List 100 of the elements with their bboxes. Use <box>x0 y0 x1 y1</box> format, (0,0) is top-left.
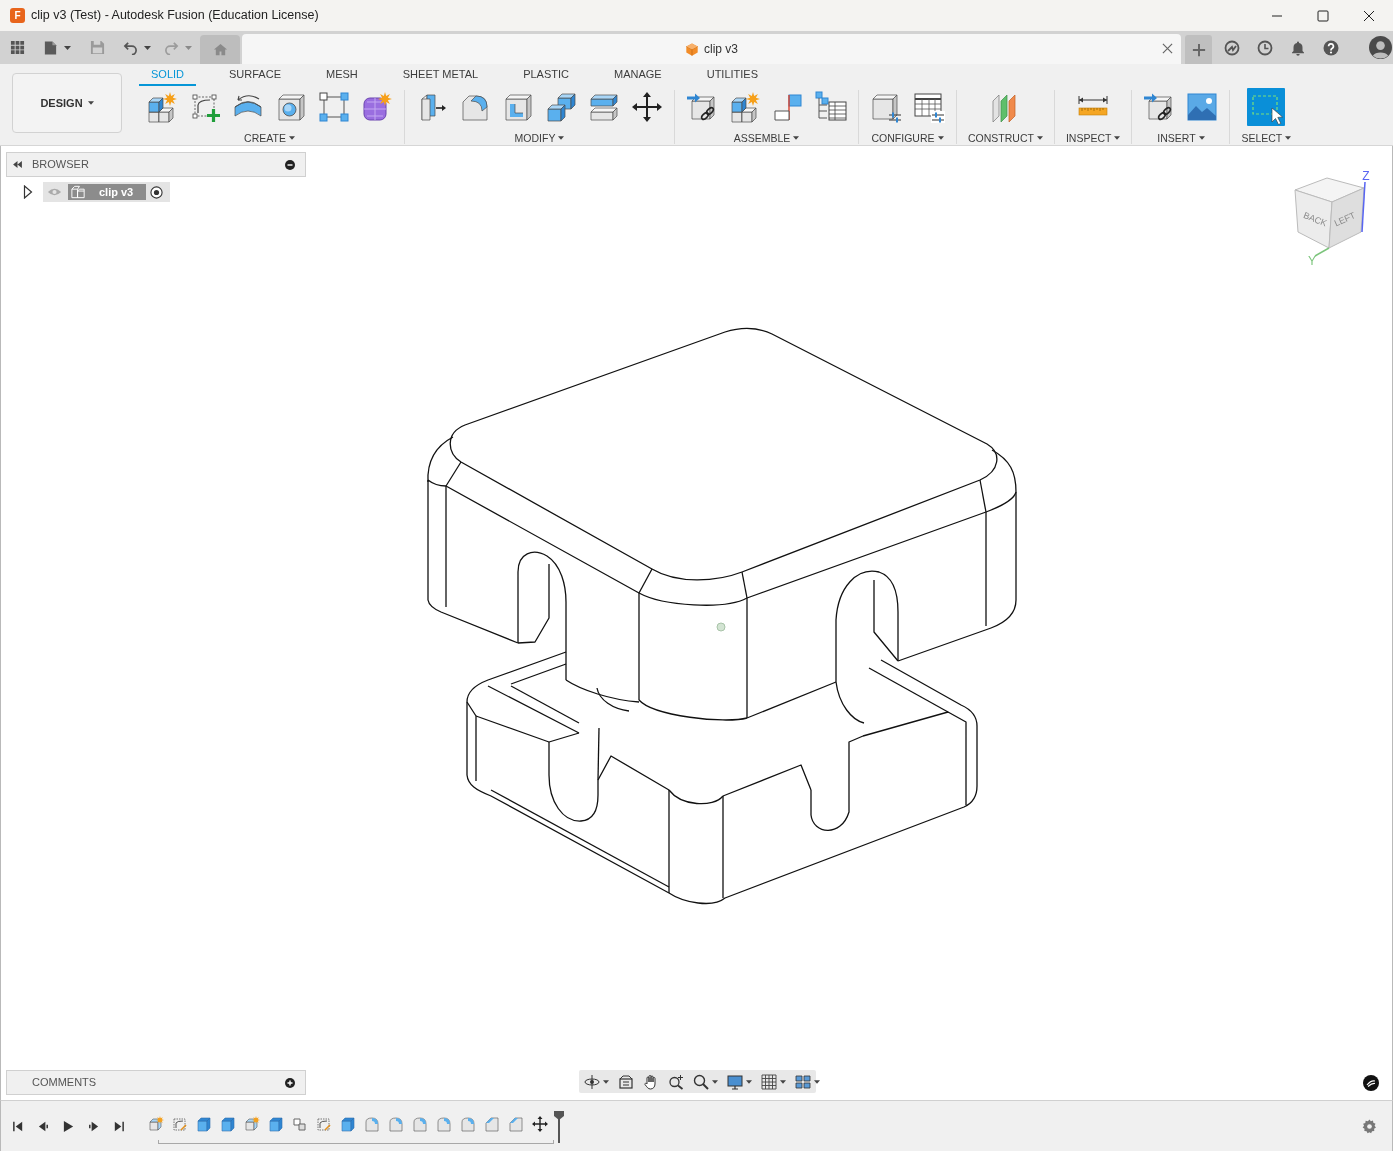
document-tab[interactable]: clip v3 <box>242 34 1181 64</box>
move-feature-icon[interactable] <box>532 1116 548 1132</box>
document-title: clip v3 <box>704 41 738 58</box>
browser-item-label: clip v3 <box>99 184 134 200</box>
extrude-feature-icon[interactable] <box>220 1116 236 1132</box>
zoom-icon[interactable] <box>693 1073 709 1090</box>
view-cube-face-label: BACK <box>1301 210 1329 229</box>
view-cube-face-label: LEFT <box>1332 210 1357 229</box>
flag-joint-icon[interactable] <box>772 91 804 123</box>
toolbar-tab[interactable]: PLASTIC <box>511 64 581 86</box>
extrude-feature-icon[interactable] <box>196 1116 212 1132</box>
grid-icon[interactable] <box>761 1073 777 1090</box>
move-arrows-icon[interactable] <box>631 91 663 123</box>
split-slab-icon[interactable] <box>588 91 620 123</box>
skip-end-icon[interactable] <box>112 1119 125 1133</box>
caret-icon[interactable] <box>937 136 944 140</box>
caret-icon[interactable] <box>144 45 151 50</box>
radio-icon[interactable] <box>150 185 163 199</box>
sketch-plus-icon[interactable] <box>189 91 221 123</box>
shell-box-icon[interactable] <box>502 91 534 123</box>
group-menu-button[interactable]: CREATE <box>244 132 295 144</box>
sketch-feature-icon[interactable] <box>172 1116 188 1132</box>
squares-frame-icon[interactable] <box>318 91 350 123</box>
extrude-feature-icon[interactable] <box>340 1116 356 1132</box>
close-icon[interactable] <box>1363 9 1375 22</box>
cube-icon <box>685 41 699 57</box>
caret-icon[interactable] <box>780 1079 786 1084</box>
group-menu-button[interactable]: ASSEMBLE <box>733 132 800 144</box>
maximize-icon[interactable] <box>1317 9 1329 22</box>
caret-icon[interactable] <box>1285 136 1292 140</box>
components-feature-icon[interactable] <box>292 1116 308 1132</box>
component-icon <box>70 185 87 199</box>
play-icon[interactable] <box>62 1119 75 1133</box>
component-feature-icon[interactable] <box>244 1116 260 1132</box>
group-menu-button[interactable]: MODIFY <box>514 132 565 144</box>
apps-grid-icon[interactable] <box>10 40 25 55</box>
skip-start-icon[interactable] <box>12 1119 25 1133</box>
caret-icon[interactable] <box>793 136 800 140</box>
group-menu-button[interactable]: CONFIGURE <box>871 132 944 144</box>
axis-label: Z <box>1362 169 1370 183</box>
caret-icon[interactable] <box>1198 136 1205 140</box>
sphere-sparkle-icon[interactable] <box>361 91 393 123</box>
timeline-marker-icon[interactable] <box>553 1111 565 1143</box>
window-title: clip v3 (Test) - Autodesk Fusion (Education License) <box>31 7 319 25</box>
app-logo: F <box>10 8 25 23</box>
cubes-sparkle-icon[interactable] <box>146 91 178 123</box>
group-menu-button[interactable]: INSPECT <box>1065 132 1121 144</box>
cubes-sparkle-icon[interactable] <box>729 91 761 123</box>
caret-icon[interactable] <box>64 45 71 50</box>
caret-icon[interactable] <box>558 136 565 140</box>
pan-hand-icon[interactable] <box>643 1073 659 1090</box>
group-menu-button[interactable]: CONSTRUCT <box>968 132 1043 144</box>
caret-icon[interactable] <box>712 1079 718 1084</box>
group-menu-button[interactable]: SELECT <box>1241 132 1292 144</box>
file-icon[interactable] <box>43 39 58 56</box>
settings-icon[interactable] <box>1362 1118 1377 1134</box>
component-feature-icon[interactable] <box>148 1116 164 1132</box>
minus-circle-icon[interactable] <box>285 159 295 170</box>
clock-icon[interactable] <box>1257 39 1273 56</box>
stacked-cubes-icon[interactable] <box>545 91 577 123</box>
toolbar-tab[interactable]: UTILITIES <box>694 64 771 86</box>
caret-icon[interactable] <box>746 1079 752 1084</box>
extrude-feature-icon[interactable] <box>268 1116 284 1132</box>
box-hole-icon[interactable] <box>275 91 307 123</box>
caret-icon[interactable] <box>87 101 94 105</box>
box-link-arrow-icon[interactable] <box>686 91 718 123</box>
image-icon[interactable] <box>1186 91 1219 123</box>
select-cursor-icon[interactable] <box>1247 88 1286 126</box>
expand-arrow-icon[interactable] <box>23 185 33 199</box>
undo-icon[interactable] <box>123 40 138 55</box>
step-forward-icon[interactable] <box>87 1119 100 1133</box>
step-back-icon[interactable] <box>37 1119 50 1133</box>
toolbar-tab[interactable]: SHEET METAL <box>390 64 491 86</box>
plus-icon <box>1191 42 1206 57</box>
toolbar-tab[interactable]: MANAGE <box>602 64 674 86</box>
toolbar-tab[interactable]: MESH <box>314 64 370 86</box>
table-tree-icon[interactable] <box>815 91 847 123</box>
workspace-menu-button[interactable]: DESIGN <box>12 73 122 133</box>
orbit-icon[interactable] <box>584 1073 600 1090</box>
display-icon[interactable] <box>727 1073 743 1090</box>
zoom-window-icon[interactable] <box>668 1073 684 1090</box>
look-at-icon[interactable] <box>618 1073 634 1090</box>
caret-icon[interactable] <box>1036 136 1043 140</box>
round-badge-icon[interactable] <box>1363 1075 1379 1091</box>
box-sliders-icon[interactable] <box>870 91 902 123</box>
collapse-icon[interactable] <box>13 161 22 168</box>
caret-icon[interactable] <box>1114 136 1121 140</box>
caret-icon[interactable] <box>603 1079 609 1084</box>
toolbar-tab[interactable]: SURFACE <box>217 64 293 86</box>
caret-icon[interactable] <box>814 1079 820 1084</box>
caret-icon[interactable] <box>288 136 295 140</box>
new-tab-button[interactable] <box>1185 35 1212 64</box>
avatar-icon[interactable] <box>1369 36 1392 59</box>
plus-circle-icon[interactable] <box>285 1077 295 1088</box>
help-icon[interactable] <box>1323 39 1339 56</box>
group-menu-button[interactable]: INSERT <box>1157 132 1205 144</box>
sketch-feature-icon[interactable] <box>316 1116 332 1132</box>
table-sliders-icon[interactable] <box>913 91 945 123</box>
notification-icon[interactable] <box>1290 39 1306 56</box>
viewports-icon[interactable] <box>795 1073 811 1090</box>
